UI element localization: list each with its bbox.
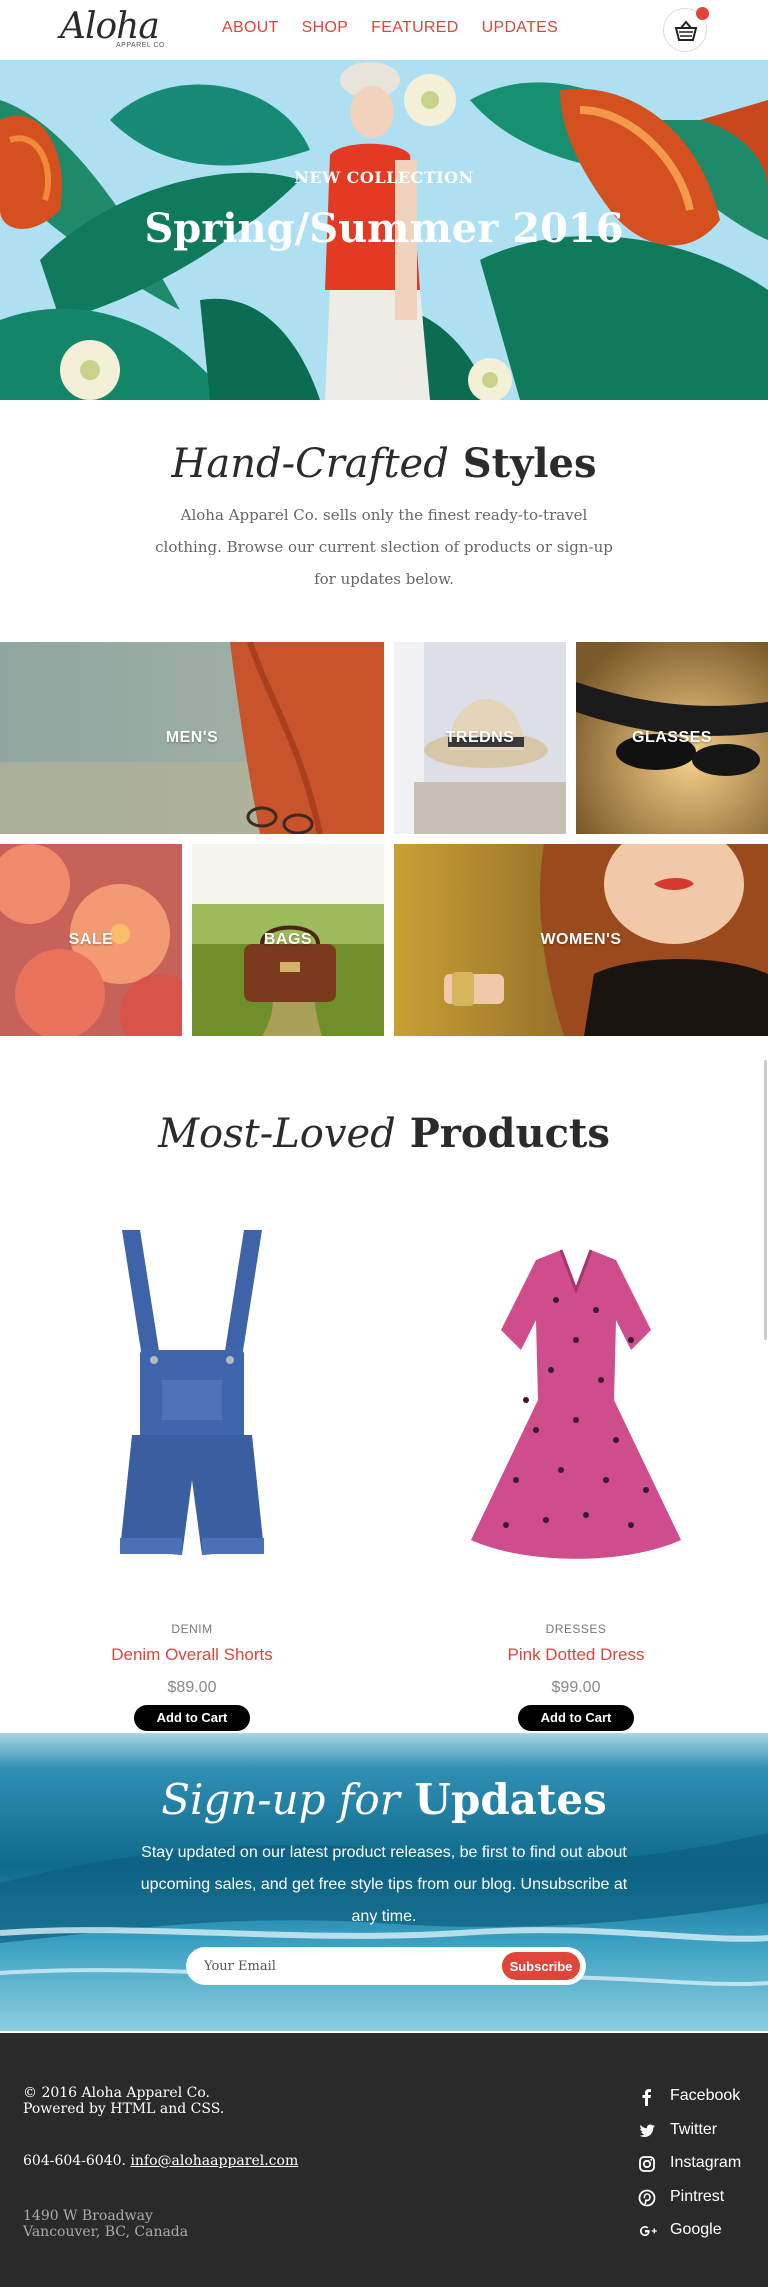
product-price: $99.00	[551, 1679, 601, 1696]
footer-address: 1490 W Broadway Vancouver, BC, Canada	[23, 2208, 188, 2240]
logo[interactable]: Aloha APPAREL CO.	[60, 6, 170, 52]
address-line-2: Vancouver, BC, Canada	[23, 2224, 189, 2240]
cart-button[interactable]	[663, 7, 709, 52]
product-card: DRESSES Pink Dotted Dress $99.00 Add to …	[384, 1220, 768, 1740]
scrollbar[interactable]	[764, 1060, 767, 1340]
footer-contact: 604-604-6040. info@alohaapparel.com	[23, 2153, 298, 2169]
product-name[interactable]: Pink Dotted Dress	[384, 1645, 768, 1665]
add-to-cart-button[interactable]: Add to Cart	[134, 1705, 250, 1731]
category-tile-womens[interactable]: WOMEN'S	[394, 844, 768, 1036]
social-google[interactable]: Google	[636, 2217, 756, 2251]
category-tile-mens[interactable]: MEN'S	[0, 642, 384, 834]
products-title-italic: Most-Loved	[158, 1111, 396, 1157]
site-footer: © 2016 Aloha Apparel Co. Powered by HTML…	[0, 2033, 768, 2287]
basket-icon	[674, 20, 698, 41]
category-label: GLASSES	[632, 729, 712, 746]
powered-text: Powered by HTML and CSS.	[23, 2101, 225, 2117]
social-twitter[interactable]: Twitter	[636, 2117, 756, 2151]
signup-title: Sign-up for Updates	[0, 1775, 768, 1824]
logo-text: Aloha	[60, 6, 160, 47]
hero-banner: NEW COLLECTION Spring/Summer 2016	[0, 60, 768, 400]
pinterest-icon	[638, 2189, 656, 2206]
social-label: Facebook	[670, 2087, 741, 2104]
social-facebook[interactable]: Facebook	[636, 2083, 756, 2117]
hero-title: Spring/Summer 2016	[144, 205, 624, 252]
google-plus-icon	[640, 2226, 657, 2236]
product-name[interactable]: Denim Overall Shorts	[0, 1645, 384, 1665]
twitter-icon	[639, 2124, 655, 2137]
product-category: DRESSES	[545, 1622, 607, 1636]
product-category: DENIM	[171, 1622, 213, 1636]
facebook-icon	[642, 2089, 651, 2106]
email-link[interactable]: info@alohaapparel.com	[130, 2153, 298, 2169]
main-nav: ABOUT SHOP FEATURED UPDATES	[222, 19, 558, 37]
add-to-cart-button[interactable]: Add to Cart	[518, 1705, 634, 1731]
subscribe-button[interactable]: Subscribe	[502, 1952, 580, 1980]
cart-badge	[696, 7, 709, 20]
category-tile-trends[interactable]: TREDNS	[394, 642, 566, 834]
nav-about[interactable]: ABOUT	[222, 19, 279, 37]
address-line-1: 1490 W Broadway	[23, 2208, 153, 2224]
copyright-text: © 2016 Aloha Apparel Co.	[23, 2085, 210, 2101]
social-label: Pintrest	[670, 2187, 725, 2205]
nav-featured[interactable]: FEATURED	[371, 19, 458, 37]
product-price: $89.00	[167, 1679, 217, 1696]
hero-eyebrow: NEW COLLECTION	[294, 168, 474, 187]
footer-copyright: © 2016 Aloha Apparel Co. Powered by HTML…	[23, 2085, 224, 2117]
signup-title-italic: Sign-up for	[161, 1775, 400, 1824]
category-label: WOMEN'S	[540, 931, 622, 948]
signup-form: Subscribe	[186, 1947, 586, 1985]
category-tile-bags[interactable]: BAGS	[192, 844, 384, 1036]
signup-section: Sign-up for Updates Stay updated on our …	[0, 1733, 768, 2031]
social-instagram[interactable]: Instagram	[636, 2150, 756, 2184]
nav-shop[interactable]: SHOP	[302, 19, 349, 37]
signup-text: Stay updated on our latest product relea…	[140, 1844, 628, 1925]
signup-title-bold: Updates	[414, 1775, 607, 1824]
products-title: Most-Loved Products	[0, 1110, 768, 1157]
product-card: DENIM Denim Overall Shorts $89.00 Add to…	[0, 1220, 384, 1740]
category-label: TREDNS	[445, 729, 515, 746]
social-label: Twitter	[670, 2120, 718, 2138]
category-label: MEN'S	[165, 729, 219, 746]
instagram-icon	[639, 2156, 655, 2172]
phone-number: 604-604-6040.	[23, 2153, 126, 2169]
logo-subtext: APPAREL CO.	[116, 42, 168, 49]
social-links: Facebook Twitter Instagram Pintrest Goog…	[636, 2083, 756, 2251]
email-input[interactable]	[204, 1953, 484, 1979]
category-tile-sale[interactable]: SALE	[0, 844, 182, 1036]
intro-text: Aloha Apparel Co. sells only the finest …	[155, 506, 613, 588]
category-label: SALE	[68, 931, 114, 948]
products-title-bold: Products	[409, 1110, 610, 1157]
intro-title: Hand-Crafted Styles	[0, 440, 768, 487]
category-tile-glasses[interactable]: GLASSES	[576, 642, 768, 834]
site-header: Aloha APPAREL CO. ABOUT SHOP FEATURED UP…	[0, 0, 768, 60]
category-label: BAGS	[263, 931, 313, 948]
product-image-overalls[interactable]	[82, 1220, 302, 1590]
product-image-dress[interactable]	[466, 1220, 686, 1590]
social-label: Instagram	[670, 2154, 742, 2171]
nav-updates[interactable]: UPDATES	[482, 19, 558, 37]
intro-title-italic: Hand-Crafted	[171, 441, 449, 487]
intro-title-bold: Styles	[462, 440, 597, 487]
social-label: Google	[670, 2221, 722, 2238]
social-pinterest[interactable]: Pintrest	[636, 2184, 756, 2218]
